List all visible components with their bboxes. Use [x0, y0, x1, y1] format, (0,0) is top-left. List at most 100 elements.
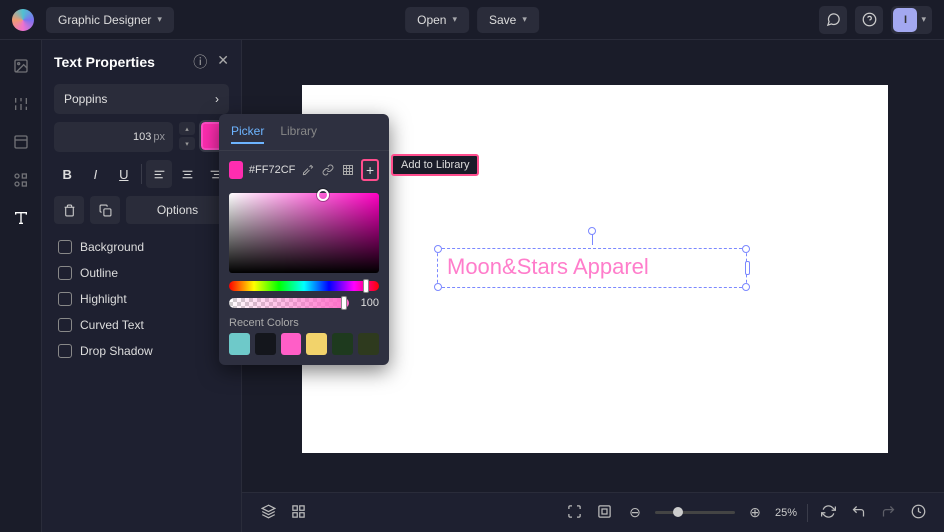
mode-dropdown[interactable]: Graphic Designer ▾: [46, 7, 174, 33]
chat-icon[interactable]: [819, 6, 847, 34]
color-picker-panel: Picker Library #FF72CF + Add to Library …: [219, 114, 389, 365]
redo-button[interactable]: [878, 504, 898, 522]
current-swatch: [229, 161, 243, 179]
image-icon[interactable]: [11, 56, 31, 76]
topbar: Graphic Designer ▾ Open ▾ Save ▾ I ▾: [0, 0, 944, 40]
alpha-thumb[interactable]: [341, 296, 347, 310]
save-button[interactable]: Save ▾: [477, 7, 539, 33]
recent-swatch[interactable]: [358, 333, 379, 355]
checkbox-icon: [58, 318, 72, 332]
zoom-thumb[interactable]: [673, 507, 683, 517]
text-icon[interactable]: [11, 208, 31, 228]
font-selector[interactable]: Poppins ›: [54, 84, 229, 114]
open-label: Open: [417, 13, 446, 27]
layers-icon[interactable]: [258, 504, 278, 522]
chevron-right-icon: ›: [215, 92, 219, 106]
recent-swatch[interactable]: [229, 333, 250, 355]
bottombar: ⊖ ⊕ 25%: [242, 492, 944, 532]
resize-handle[interactable]: [742, 245, 750, 253]
resize-handle[interactable]: [745, 261, 750, 275]
zoom-out-button[interactable]: ⊖: [625, 504, 645, 521]
help-icon[interactable]: [855, 6, 883, 34]
check-highlight[interactable]: Highlight: [54, 286, 229, 312]
sv-cursor[interactable]: [317, 189, 329, 201]
checkbox-icon: [58, 344, 72, 358]
avatar: I: [893, 8, 917, 32]
italic-button[interactable]: I: [82, 160, 108, 188]
duplicate-button[interactable]: [90, 196, 120, 224]
resize-handle[interactable]: [434, 245, 442, 253]
selection-box[interactable]: [437, 248, 747, 288]
step-down-icon[interactable]: ▾: [179, 137, 195, 150]
fit-icon[interactable]: [595, 504, 615, 522]
recent-label: Recent Colors: [229, 317, 379, 329]
hue-thumb[interactable]: [363, 279, 369, 293]
resize-handle[interactable]: [434, 283, 442, 291]
check-background[interactable]: Background: [54, 234, 229, 260]
align-left-button[interactable]: [146, 160, 172, 188]
add-to-library-button[interactable]: +: [361, 159, 379, 181]
panel-header: Text Properties ⓘ ✕: [54, 52, 229, 72]
fullscreen-icon[interactable]: [565, 504, 585, 522]
save-label: Save: [489, 13, 516, 27]
recent-swatch[interactable]: [255, 333, 276, 355]
apps-icon[interactable]: [288, 504, 308, 522]
open-button[interactable]: Open ▾: [405, 7, 469, 33]
hue-slider[interactable]: [229, 281, 379, 291]
tab-library[interactable]: Library: [280, 124, 317, 144]
checkbox-icon: [58, 266, 72, 280]
link-icon[interactable]: [321, 161, 335, 179]
recent-swatch[interactable]: [332, 333, 353, 355]
check-shadow[interactable]: Drop Shadow: [54, 338, 229, 364]
sv-picker[interactable]: [229, 193, 379, 273]
info-icon[interactable]: ⓘ: [193, 52, 207, 72]
history-icon[interactable]: [908, 504, 928, 522]
font-name: Poppins: [64, 92, 107, 106]
topbar-center: Open ▾ Save ▾: [405, 7, 539, 33]
size-stepper[interactable]: ▴▾: [179, 122, 195, 152]
rotate-handle[interactable]: [588, 227, 596, 235]
chevron-down-icon: ▾: [522, 14, 527, 25]
reset-icon[interactable]: [818, 504, 838, 522]
grid-icon[interactable]: [341, 161, 355, 179]
undo-button[interactable]: [848, 504, 868, 522]
close-icon[interactable]: ✕: [217, 52, 229, 72]
zoom-slider[interactable]: [655, 511, 735, 514]
template-icon[interactable]: [11, 132, 31, 152]
delete-button[interactable]: [54, 196, 84, 224]
properties-panel: Text Properties ⓘ ✕ Poppins › 103px ▴▾ B…: [42, 40, 242, 532]
recent-swatches: [219, 333, 389, 355]
user-menu[interactable]: I ▾: [891, 6, 932, 34]
underline-button[interactable]: U: [111, 160, 137, 188]
options-button[interactable]: Options: [126, 196, 229, 224]
shapes-icon[interactable]: [11, 170, 31, 190]
adjust-icon[interactable]: [11, 94, 31, 114]
chevron-down-icon: ▾: [921, 14, 926, 25]
font-size-input[interactable]: 103px: [54, 122, 173, 152]
checkbox-icon: [58, 292, 72, 306]
align-center-button[interactable]: [174, 160, 200, 188]
zoom-in-button[interactable]: ⊕: [745, 504, 765, 521]
alpha-value[interactable]: 100: [355, 297, 379, 309]
add-tooltip: Add to Library: [391, 154, 479, 176]
main: Text Properties ⓘ ✕ Poppins › 103px ▴▾ B…: [0, 40, 944, 532]
hex-value[interactable]: #FF72CF: [249, 164, 295, 176]
mode-label: Graphic Designer: [58, 13, 151, 27]
check-curved[interactable]: Curved Text: [54, 312, 229, 338]
eyedropper-icon[interactable]: [301, 161, 315, 179]
tool-rail: [0, 40, 42, 532]
app-logo[interactable]: [12, 9, 34, 31]
chevron-down-icon: ▾: [452, 14, 457, 25]
recent-swatch[interactable]: [281, 333, 302, 355]
alpha-slider[interactable]: [229, 298, 349, 308]
recent-swatch[interactable]: [306, 333, 327, 355]
bold-button[interactable]: B: [54, 160, 80, 188]
resize-handle[interactable]: [742, 283, 750, 291]
zoom-value[interactable]: 25%: [775, 507, 797, 519]
tab-picker[interactable]: Picker: [231, 124, 264, 144]
check-outline[interactable]: Outline: [54, 260, 229, 286]
chevron-down-icon: ▾: [157, 14, 162, 25]
topbar-right: I ▾: [819, 6, 932, 34]
step-up-icon[interactable]: ▴: [179, 122, 195, 135]
format-row: B I U: [54, 160, 229, 188]
